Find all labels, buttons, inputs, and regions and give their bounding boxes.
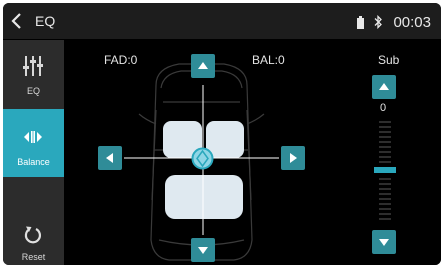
bluetooth-icon [374,15,383,29]
arrow-left-icon [106,153,113,163]
sidebar-item-label: Reset [21,252,46,262]
sub-label: Sub [378,53,400,67]
arrow-right-icon [290,153,297,163]
sub-level-thumb[interactable] [374,167,396,173]
arrow-up-icon [379,83,389,90]
arrow-down-icon [198,247,208,254]
fade-rear-button[interactable] [191,238,215,262]
sub-down-button[interactable] [372,230,396,254]
screen: EQ 00:03 EQ Balance Reset FAD:0 BAL:0 Su… [3,3,441,265]
clock: 00:03 [393,13,431,31]
balance-icon [24,131,42,143]
top-bar: EQ 00:03 [3,3,441,40]
page-title: EQ [35,13,56,29]
sidebar-item-eq[interactable]: EQ [3,40,64,109]
sidebar-item-label: Balance [17,157,50,167]
balance-right-button[interactable] [281,146,305,170]
sub-level-slider[interactable] [370,116,400,226]
status-area: 00:03 [357,12,431,32]
battery-icon [357,15,365,29]
balance-point-handle[interactable] [191,147,214,170]
sidebar: EQ Balance Reset [3,40,64,265]
sidebar-item-balance[interactable]: Balance [3,109,64,177]
fade-front-button[interactable] [191,54,215,78]
sub-value: 0 [380,102,387,114]
sub-up-button[interactable] [372,75,396,99]
sidebar-item-reset[interactable]: Reset [3,210,64,265]
arrow-up-icon [198,62,208,69]
seat-rear [165,175,243,219]
equalizer-icon [23,56,43,76]
arrow-down-icon [379,239,389,246]
back-icon[interactable] [9,11,27,31]
reset-icon [24,226,41,244]
balance-left-button[interactable] [98,146,122,170]
sidebar-item-label: EQ [26,86,40,96]
balance-panel: FAD:0 BAL:0 Sub 0 [64,40,441,265]
